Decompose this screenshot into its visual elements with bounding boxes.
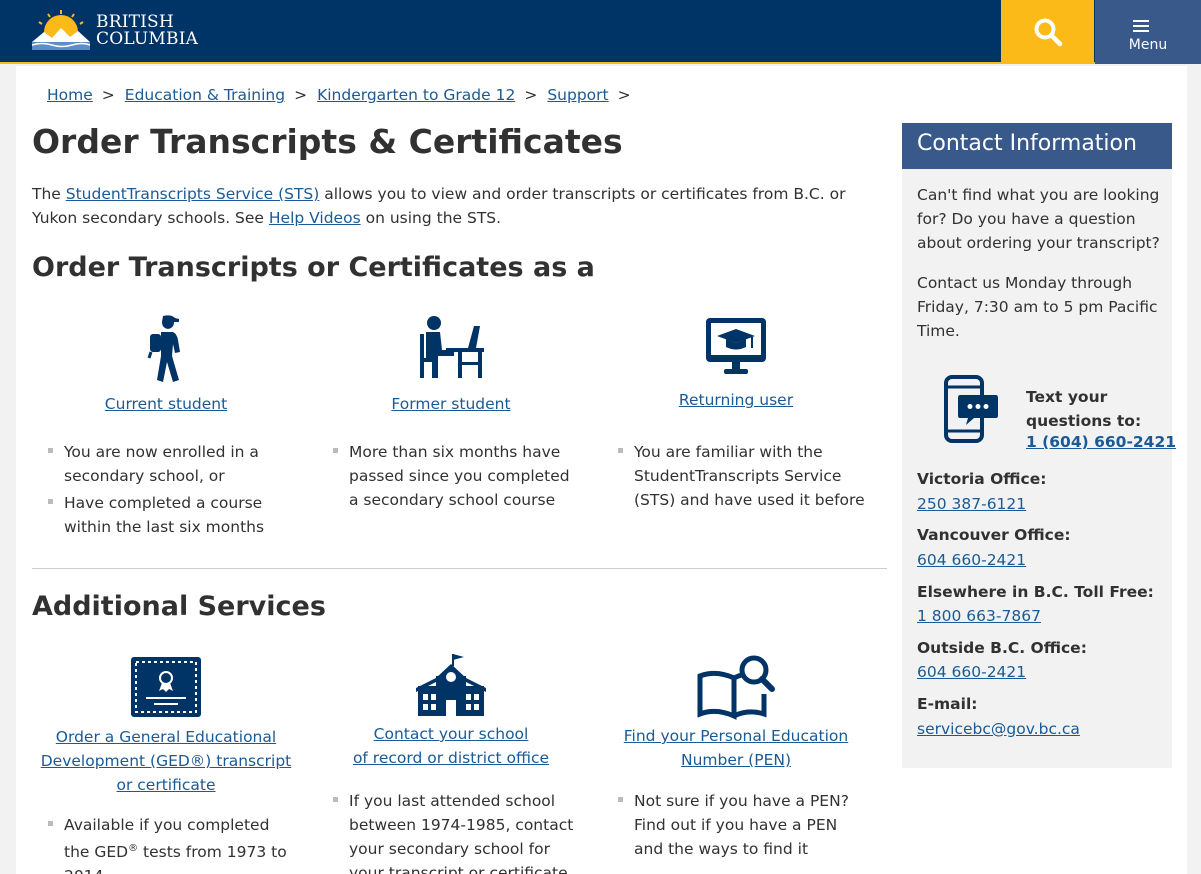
text-number-link[interactable]: 1 (604) 660-2421	[1026, 433, 1176, 451]
sidebar-intro: Can't find what you are looking for? Do …	[917, 186, 1160, 252]
email-label: E-mail:	[917, 695, 978, 713]
breadcrumb-separator: >	[617, 86, 631, 104]
walking-student-icon	[147, 315, 180, 382]
option-current-student: Current student	[31, 314, 301, 416]
sidebar-heading: Contact Information	[902, 123, 1172, 169]
breadcrumb-separator: >	[524, 86, 538, 104]
option-ged: Order a General Educational Development …	[31, 656, 301, 797]
page-content: Home > Education & Training > Kindergarten t…	[16, 66, 1187, 874]
list-item: You are familiar with the StudentTranscr…	[618, 440, 868, 512]
link-line-1: Contact your school	[373, 725, 529, 743]
sidebar-hours: Contact us Monday through Friday, 7:30 a…	[917, 274, 1158, 340]
vancouver-phone-link[interactable]: 604 660-2421	[917, 551, 1026, 569]
order-heading: Order Transcripts or Certificates as a	[32, 252, 595, 283]
person-at-desk-icon	[420, 316, 484, 378]
breadcrumb-separator: >	[294, 86, 308, 104]
find-pen-link[interactable]: Find your Personal Education Number (PEN…	[601, 724, 871, 772]
find-pen-bullets: Not sure if you have a PEN? Find out if …	[618, 789, 868, 864]
email-link[interactable]: servicebc@gov.bc.ca	[917, 720, 1080, 738]
certificate-icon	[131, 657, 201, 717]
returning-user-bullets: You are familiar with the StudentTranscr…	[618, 440, 868, 515]
list-item: More than six months have passed since y…	[333, 440, 578, 512]
list-item: If you last attended school between 1974…	[333, 789, 583, 874]
list-item: You are now enrolled in a secondary scho…	[48, 440, 278, 488]
additional-heading: Additional Services	[32, 591, 326, 622]
tollfree-label: Elsewhere in B.C. Toll Free:	[917, 583, 1154, 601]
contact-school-link[interactable]: Contact your school of record or district…	[316, 722, 586, 770]
returning-user-link[interactable]: Returning user	[601, 388, 871, 412]
sun-mountains-icon	[31, 10, 91, 50]
breadcrumb-home[interactable]: Home	[47, 86, 93, 104]
former-student-link[interactable]: Former student	[316, 392, 586, 416]
outside-bc-label: Outside B.C. Office:	[917, 639, 1087, 657]
outside-bc-phone-link[interactable]: 604 660-2421	[917, 663, 1026, 681]
former-student-bullets: More than six months have passed since y…	[333, 440, 578, 515]
breadcrumb-support[interactable]: Support	[547, 86, 608, 104]
help-videos-link[interactable]: Help Videos	[269, 209, 361, 227]
contact-sidebar: Contact Information Can't find what you …	[902, 123, 1176, 768]
site-header: BRITISH COLUMBIA Menu	[0, 0, 1201, 64]
vancouver-label: Vancouver Office:	[917, 526, 1071, 544]
link-line-2: of record or district office	[352, 749, 550, 767]
option-returning-user: Returning user	[601, 316, 871, 412]
divider	[32, 568, 887, 569]
list-item: Available if you completed the GED® test…	[48, 813, 293, 874]
list-item: Have completed a course within the last …	[48, 491, 278, 539]
option-contact-school: Contact your school of record or district…	[316, 652, 586, 770]
logo-line-2: COLUMBIA	[96, 29, 199, 49]
option-former-student: Former student	[316, 314, 586, 416]
victoria-phone-link[interactable]: 250 387-6121	[917, 495, 1026, 513]
menu-button[interactable]: Menu	[1095, 0, 1201, 64]
monitor-graduation-cap-icon	[706, 318, 766, 374]
page-title: Order Transcripts & Certificates	[32, 122, 623, 161]
list-item: Not sure if you have a PEN? Find out if …	[618, 789, 868, 861]
bc-logo[interactable]: BRITISH COLUMBIA	[30, 8, 198, 52]
ged-link[interactable]: Order a General Educational Development …	[31, 725, 301, 797]
intro-paragraph: The StudentTranscripts Service (STS) all…	[32, 182, 882, 230]
book-magnifier-icon	[697, 655, 775, 720]
current-student-link[interactable]: Current student	[31, 392, 301, 416]
menu-label: Menu	[1128, 37, 1168, 53]
contact-school-bullets: If you last attended school between 1974…	[333, 789, 583, 874]
option-find-pen: Find your Personal Education Number (PEN…	[601, 654, 871, 772]
intro-text: The	[32, 185, 66, 203]
search-icon	[1034, 18, 1063, 47]
tollfree-phone-link[interactable]: 1 800 663-7867	[917, 607, 1041, 625]
ged-bullets: Available if you completed the GED® test…	[48, 813, 293, 874]
hamburger-icon	[1133, 20, 1149, 35]
victoria-label: Victoria Office:	[917, 470, 1047, 488]
search-button[interactable]	[1001, 0, 1094, 64]
registered-mark: ®	[128, 843, 139, 854]
intro-text: on using the STS.	[360, 209, 502, 227]
breadcrumb-education[interactable]: Education & Training	[125, 86, 285, 104]
breadcrumb-separator: >	[101, 86, 115, 104]
text-label: Text your questions to:	[1026, 388, 1142, 430]
school-building-icon	[416, 654, 486, 716]
breadcrumb-k12[interactable]: Kindergarten to Grade 12	[317, 86, 515, 104]
phone-chat-icon	[944, 375, 998, 443]
current-student-bullets: You are now enrolled in a secondary scho…	[48, 440, 278, 542]
sts-link[interactable]: StudentTranscripts Service (STS)	[66, 185, 320, 203]
breadcrumb: Home > Education & Training > Kindergarten t…	[47, 86, 641, 104]
logo-wordmark: BRITISH COLUMBIA	[96, 14, 198, 48]
